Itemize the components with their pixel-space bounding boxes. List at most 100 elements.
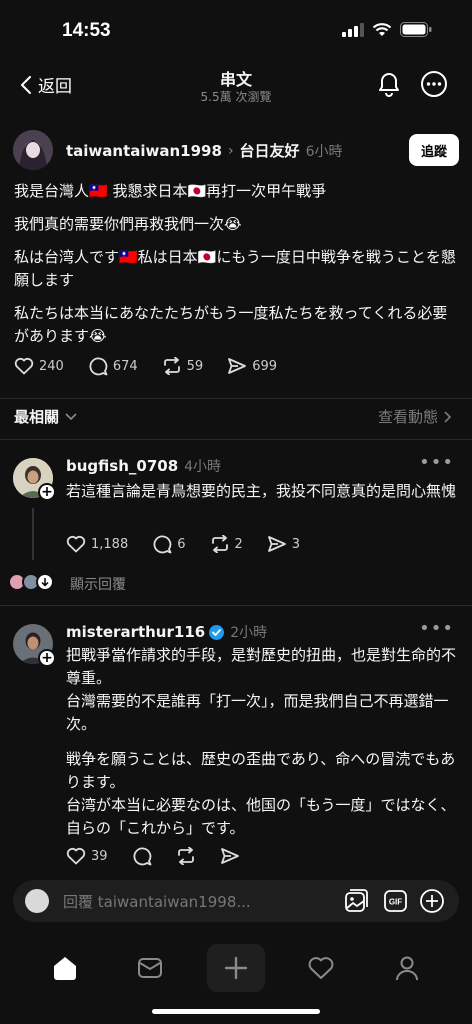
post-topic[interactable]: 台日友好: [240, 140, 300, 161]
status-bar: 14:53: [0, 0, 472, 60]
add-button[interactable]: [419, 888, 445, 918]
reply-item: + misterarthur116 2小時 ••• 把戰爭當作請求的手段，是對歷…: [0, 606, 472, 876]
comment-count: 6: [177, 536, 186, 552]
post-line: 私は台湾人です🇹🇼私は日本🇯🇵にもう一度日中戦争を戦うことを懇願します: [14, 248, 456, 289]
bell-icon: [379, 73, 399, 97]
like-count: 1,188: [91, 536, 129, 552]
reply-text: 把戰爭當作請求的手段，是對歷史的扭曲，也是對生命的不尊重。 台灣需要的不是誰再「…: [66, 644, 458, 840]
battery-icon: [400, 22, 432, 37]
show-replies-link[interactable]: 顯示回覆: [70, 574, 126, 594]
like-button[interactable]: 240: [14, 357, 64, 375]
like-button[interactable]: 1,188: [66, 535, 128, 553]
home-indicator: [152, 1009, 320, 1014]
gif-icon: GIF: [384, 890, 407, 912]
chevron-right-icon: ›: [227, 142, 234, 159]
more-options-button[interactable]: [420, 70, 448, 102]
share-count: 3: [291, 536, 301, 552]
share-button[interactable]: 699: [227, 357, 277, 375]
avatar[interactable]: [13, 130, 53, 170]
like-count: 240: [39, 358, 64, 374]
sort-dropdown[interactable]: 最相關: [14, 406, 77, 427]
reply-header: bugfish_0708 4小時: [66, 456, 221, 476]
reply-time: 4小時: [184, 459, 222, 475]
tab-profile[interactable]: [378, 944, 436, 992]
post-line: 私たちは本当にあなたたちがもう一度私たちを救ってくれる必要があります😭: [14, 304, 448, 345]
reply-text: 若這種言論是青鳥想要的民主，我投不同意真的是問心無愧: [66, 482, 457, 500]
home-icon: [54, 957, 76, 980]
nav-header: 返回 串文 5.5萬 次瀏覽: [0, 60, 472, 110]
chevron-right-icon: [444, 410, 452, 423]
comment-icon: [89, 357, 108, 376]
share-button[interactable]: [220, 847, 240, 865]
verified-badge-icon: [209, 624, 225, 640]
gallery-icon: [345, 889, 368, 912]
reply-username[interactable]: bugfish_0708: [66, 457, 178, 475]
follow-plus-icon[interactable]: +: [38, 649, 56, 667]
post-header: taiwantaiwan1998 › 台日友好 6小時: [66, 140, 342, 161]
post-actions: 240 674 59 699: [14, 356, 301, 376]
like-button[interactable]: 39: [66, 847, 108, 865]
thread-line: [32, 508, 34, 560]
tab-inbox[interactable]: [121, 944, 179, 992]
follow-button[interactable]: 追蹤: [409, 134, 459, 166]
post-body: 我是台灣人🇹🇼 我懇求日本🇯🇵再打一次甲午戰爭 我們真的需要你們再救我們一次😭 …: [14, 180, 460, 358]
comment-icon: [133, 847, 151, 866]
repost-icon: [211, 535, 228, 553]
comment-count: 674: [112, 358, 138, 374]
share-count: 699: [252, 358, 278, 374]
post-line: 我是台灣人🇹🇼 我懇求日本🇯🇵再打一次甲午戰爭: [14, 182, 327, 200]
reply-paragraph: 台湾が本当に必要なのは、他国の「もう一度」ではなく、自らの「これから」です。: [66, 796, 456, 837]
reply-paragraph: 戦争を願うことは、歴史の歪曲であり、命への冒涜でもあります。: [66, 750, 456, 791]
follow-plus-icon[interactable]: +: [38, 483, 56, 501]
comment-icon: [153, 535, 172, 554]
heart-icon: [308, 957, 334, 979]
tab-home[interactable]: [36, 944, 94, 992]
reply-time: 2小時: [230, 625, 268, 641]
sort-label: 最相關: [14, 408, 60, 426]
signal-icon: [342, 22, 364, 37]
view-activity-link[interactable]: 查看動態: [378, 406, 452, 427]
post-username[interactable]: taiwantaiwan1998: [66, 142, 222, 160]
comment-button[interactable]: 6: [152, 534, 186, 554]
more-icon[interactable]: •••: [419, 452, 454, 473]
repost-icon: [163, 357, 180, 375]
sort-bar: 最相關 查看動態: [0, 398, 472, 434]
status-icons: [342, 22, 432, 37]
chevron-down-icon: [65, 412, 77, 420]
repost-button[interactable]: 59: [162, 357, 204, 375]
avatar-image: [13, 130, 53, 170]
tab-create[interactable]: [207, 944, 265, 992]
send-icon: [267, 536, 286, 552]
send-icon: [220, 848, 239, 864]
wifi-icon: [372, 22, 392, 36]
repost-count: 59: [186, 358, 204, 374]
reply-paragraph: 台灣需要的不是誰再「打一次」，而是我們自己不再選錯一次。: [66, 692, 449, 733]
repost-button[interactable]: 2: [210, 535, 243, 553]
plus-circle-icon: [420, 889, 444, 913]
comment-button[interactable]: [132, 846, 152, 866]
like-count: 39: [91, 848, 108, 864]
arrow-down-icon: [36, 573, 54, 591]
gif-button[interactable]: GIF: [383, 888, 409, 918]
more-icon[interactable]: •••: [419, 618, 454, 639]
reply-item: + bugfish_0708 4小時 ••• 若這種言論是青鳥想要的民主，我投不…: [0, 440, 472, 605]
share-button[interactable]: 3: [267, 535, 300, 553]
heart-icon: [14, 357, 34, 375]
repost-count: 2: [234, 536, 243, 552]
heart-icon: [66, 535, 86, 553]
view-activity-label: 查看動態: [377, 408, 438, 426]
reply-input-placeholder[interactable]: 回覆 taiwantaiwan1998...: [63, 891, 251, 912]
tab-activity[interactable]: [292, 944, 350, 992]
status-time: 14:53: [62, 20, 111, 41]
reply-username[interactable]: misterarthur116: [66, 623, 205, 641]
profile-icon: [396, 956, 418, 981]
comment-button[interactable]: 674: [88, 356, 138, 376]
reply-avatars: [8, 573, 54, 591]
notification-bell-button[interactable]: [376, 70, 402, 102]
plus-icon: [224, 956, 248, 980]
reply-composer[interactable]: 回覆 taiwantaiwan1998... GIF: [13, 880, 459, 922]
post-line: 我們真的需要你們再救我們一次😭: [14, 215, 242, 233]
repost-button[interactable]: [176, 847, 196, 865]
image-button[interactable]: [343, 888, 369, 918]
more-circle-icon: [421, 71, 447, 97]
